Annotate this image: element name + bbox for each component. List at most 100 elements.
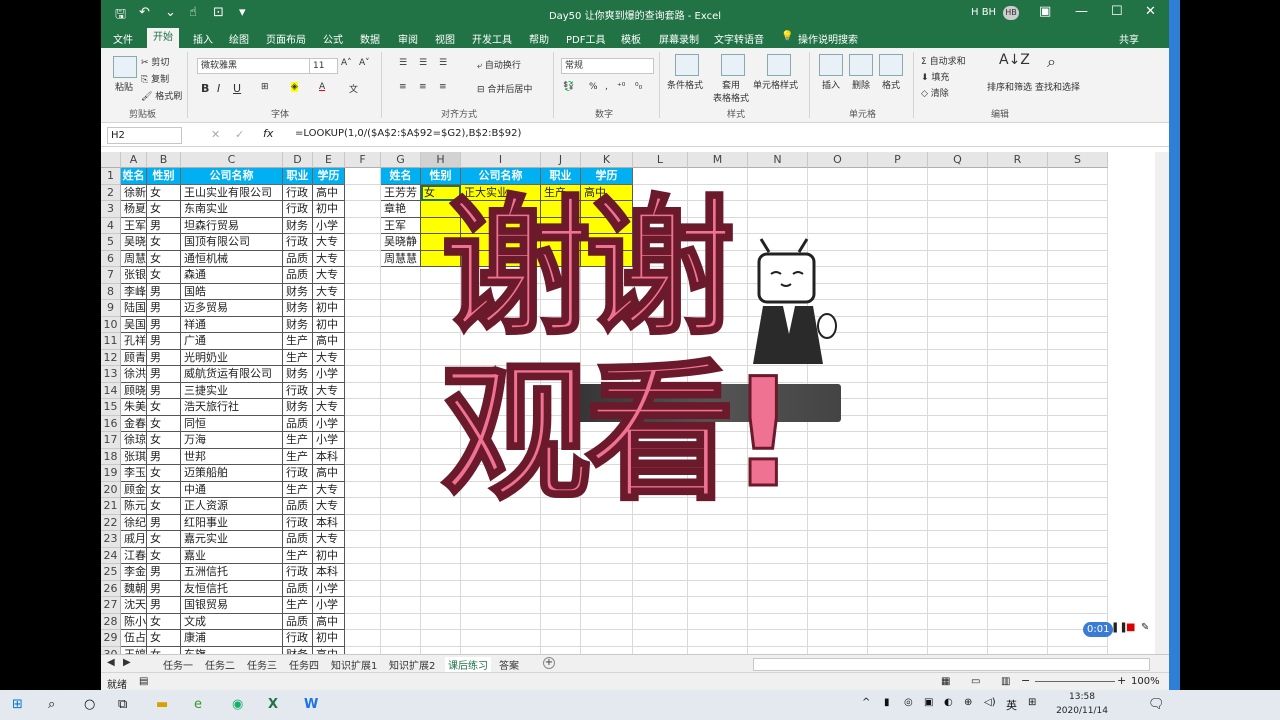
row-header[interactable]: 14 [101, 382, 121, 399]
grid-cell[interactable] [868, 630, 928, 647]
row-header[interactable]: 24 [101, 547, 121, 564]
grid-cell[interactable] [868, 217, 928, 234]
data-cell[interactable]: 财务 [283, 646, 313, 654]
grid-cell[interactable] [381, 580, 421, 597]
data-cell[interactable]: 财务 [283, 300, 313, 317]
tray-app-icon[interactable]: ◎ [904, 697, 913, 708]
excel-icon[interactable]: X [268, 697, 278, 712]
start-icon[interactable]: ⊞ [12, 697, 23, 712]
grid-cell[interactable] [928, 514, 988, 531]
grid-cell[interactable] [928, 316, 988, 333]
grid-cell[interactable] [461, 646, 541, 654]
grid-cell[interactable] [868, 432, 928, 449]
grid-cell[interactable] [868, 514, 928, 531]
table-format-button[interactable]: 套用 表格格式 [713, 78, 749, 104]
grid-cell[interactable] [988, 333, 1048, 350]
sort-filter-button[interactable]: 排序和筛选 [987, 80, 1032, 93]
grid-cell[interactable] [345, 432, 381, 449]
grid-cell[interactable] [748, 531, 808, 548]
grid-cell[interactable] [928, 547, 988, 564]
grid-cell[interactable] [688, 630, 748, 647]
grid-cell[interactable] [748, 580, 808, 597]
grid-cell[interactable] [421, 597, 461, 614]
grid-cell[interactable] [1048, 646, 1108, 654]
fill-color-icon[interactable]: ◈ [291, 82, 298, 92]
page-break-view-icon[interactable]: ▥ [1001, 676, 1010, 687]
format-painter-button[interactable]: 🖌 格式刷 [141, 89, 182, 102]
search-icon[interactable]: ⌕ [48, 697, 55, 712]
data-cell[interactable]: 嘉业 [181, 547, 283, 564]
grid-cell[interactable] [345, 349, 381, 366]
grid-cell[interactable] [988, 184, 1048, 201]
macro-record-icon[interactable]: ▤ [139, 676, 148, 687]
grid-cell[interactable] [1048, 300, 1108, 317]
data-cell[interactable]: 姓名 [381, 168, 421, 185]
grid-cell[interactable] [381, 481, 421, 498]
column-header[interactable]: A [121, 152, 147, 168]
grid-cell[interactable] [1048, 234, 1108, 251]
grid-cell[interactable] [345, 646, 381, 654]
data-cell[interactable]: 周慧慧 [121, 250, 147, 267]
grid-cell[interactable] [808, 580, 868, 597]
data-cell[interactable]: 沈天庆 [121, 597, 147, 614]
grid-cell[interactable] [633, 646, 688, 654]
stop-icon[interactable]: ■ [1126, 622, 1135, 633]
grid-cell[interactable] [928, 333, 988, 350]
grid-cell[interactable] [1048, 564, 1108, 581]
data-cell[interactable]: 生产 [283, 597, 313, 614]
grid-cell[interactable] [345, 580, 381, 597]
grid-cell[interactable] [868, 646, 928, 654]
grid-cell[interactable] [928, 184, 988, 201]
grid-cell[interactable] [868, 448, 928, 465]
data-cell[interactable]: 生产 [283, 481, 313, 498]
data-cell[interactable]: 光明奶业 [181, 349, 283, 366]
grid-cell[interactable] [381, 448, 421, 465]
data-cell[interactable]: 男 [147, 448, 181, 465]
data-cell[interactable]: 陆国峰 [121, 300, 147, 317]
grid-cell[interactable] [988, 349, 1048, 366]
grid-cell[interactable] [345, 481, 381, 498]
data-cell[interactable]: 吴晓静 [381, 234, 421, 251]
sheet-tab[interactable]: 任务一 [163, 657, 193, 672]
cell-style-icon[interactable] [767, 54, 791, 76]
tray-chevron-icon[interactable]: ^ [862, 697, 870, 708]
data-cell[interactable]: 大专 [313, 498, 345, 515]
row-header[interactable]: 15 [101, 399, 121, 416]
grid-cell[interactable] [988, 382, 1048, 399]
data-cell[interactable]: 品质 [283, 250, 313, 267]
data-cell[interactable]: 威航货运有限公司 [181, 366, 283, 383]
tab-data[interactable]: 数据 [360, 31, 380, 46]
grid-cell[interactable] [988, 399, 1048, 416]
data-cell[interactable]: 行政 [283, 564, 313, 581]
pen-icon[interactable]: ✎ [1141, 622, 1149, 633]
align-bottom-icon[interactable]: ☰ [439, 58, 447, 68]
data-cell[interactable]: 王山实业有限公司 [181, 184, 283, 201]
grid-cell[interactable] [461, 580, 541, 597]
grid-cell[interactable] [928, 399, 988, 416]
formula-input[interactable]: =LOOKUP(1,0/($A$2:$A$92=$G2),B$2:B$92) [295, 128, 521, 139]
grid-cell[interactable] [748, 646, 808, 654]
grid-cell[interactable] [868, 382, 928, 399]
data-cell[interactable]: 东南实业 [181, 201, 283, 218]
grid-cell[interactable] [345, 333, 381, 350]
data-cell[interactable]: 友恒信托 [181, 580, 283, 597]
grid-cell[interactable] [928, 366, 988, 383]
font-color-icon[interactable]: A [319, 82, 325, 92]
delete-cells-icon[interactable] [849, 54, 873, 76]
data-cell[interactable]: 迈策船舶 [181, 465, 283, 482]
column-header[interactable]: K [581, 152, 633, 168]
grid-cell[interactable] [541, 531, 581, 548]
worksheet-grid[interactable]: ABCDEFGHIJKLMNOPQRS 1 2 3 4 5 6 7 8 9 10 11 12 13 14 1… [101, 152, 1155, 654]
grid-cell[interactable] [868, 465, 928, 482]
data-cell[interactable]: 康浦 [181, 630, 283, 647]
data-cell[interactable]: 陈小琴 [121, 613, 147, 630]
tab-text-to-speech[interactable]: 文字转语音 [714, 31, 764, 46]
data-cell[interactable]: 男 [147, 316, 181, 333]
italic-button[interactable]: I [217, 82, 220, 95]
grid-cell[interactable] [381, 547, 421, 564]
horizontal-scrollbar[interactable] [753, 658, 1150, 671]
grid-cell[interactable] [988, 481, 1048, 498]
grid-cell[interactable] [868, 597, 928, 614]
data-cell[interactable]: 高中 [313, 646, 345, 654]
grid-cell[interactable] [868, 580, 928, 597]
